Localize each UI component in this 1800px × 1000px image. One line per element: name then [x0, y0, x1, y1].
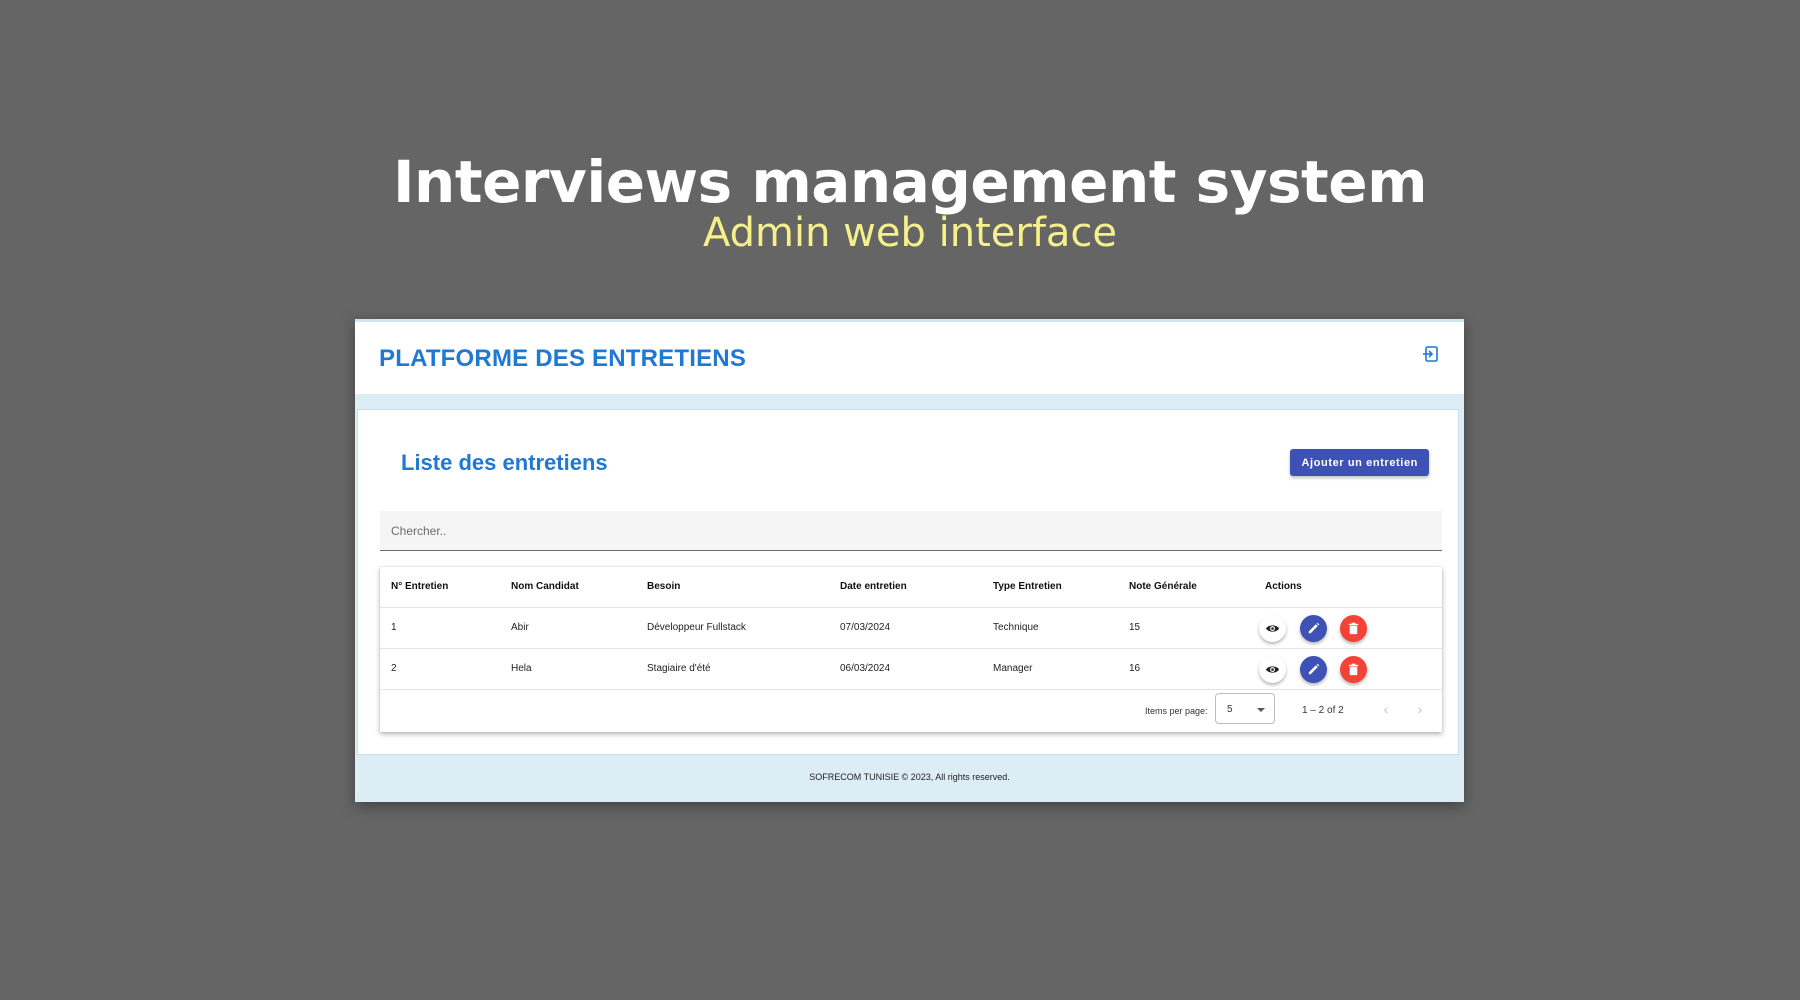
cell-date: 07/03/2024 [840, 622, 891, 633]
cell-num: 2 [391, 663, 397, 674]
page-size-value: 5 [1227, 704, 1233, 715]
column-header[interactable]: Note Générale [1129, 567, 1197, 607]
hero-title: Interviews management system [392, 148, 1428, 216]
app-header: PLATFORME DES ENTRETIENS [355, 322, 1464, 394]
edit-button[interactable] [1300, 656, 1327, 683]
cell-score: 15 [1129, 622, 1141, 633]
trash-icon [1348, 622, 1359, 635]
cell-candidate: Hela [511, 663, 532, 674]
content-card: Liste des entretiens Ajouter un entretie… [357, 409, 1459, 755]
chevron-right-icon[interactable]: › [1410, 699, 1430, 719]
page-range: 1 – 2 of 2 [1302, 705, 1344, 716]
column-header[interactable]: Date entretien [840, 567, 907, 607]
column-header[interactable]: N° Entretien [391, 567, 448, 607]
interviews-table: N° Entretien Nom Candidat Besoin Date en… [380, 567, 1442, 732]
paginator: Items per page: 5 1 – 2 of 2 ‹ › [380, 691, 1442, 731]
page-title: Liste des entretiens [401, 450, 608, 475]
pencil-icon [1308, 663, 1320, 675]
pencil-icon [1308, 622, 1320, 634]
cell-candidate: Abir [511, 622, 529, 633]
edit-button[interactable] [1300, 615, 1327, 642]
column-header[interactable]: Besoin [647, 567, 680, 607]
logout-icon[interactable] [1422, 345, 1440, 363]
add-interview-button[interactable]: Ajouter un entretien [1290, 449, 1429, 476]
page-size-select[interactable]: 5 [1215, 693, 1275, 724]
column-header[interactable]: Type Entretien [993, 567, 1062, 607]
delete-button[interactable] [1340, 615, 1367, 642]
items-per-page-label: Items per page: [1145, 706, 1208, 716]
chevron-down-icon [1257, 708, 1265, 712]
chevron-left-icon[interactable]: ‹ [1376, 699, 1396, 719]
table-header-row: N° Entretien Nom Candidat Besoin Date en… [380, 567, 1442, 608]
search-input[interactable] [380, 511, 1442, 550]
table-row: 1 Abir Développeur Fullstack 07/03/2024 … [380, 608, 1442, 649]
cell-need: Développeur Fullstack [647, 622, 746, 633]
delete-button[interactable] [1340, 656, 1367, 683]
view-button[interactable] [1259, 615, 1286, 642]
cell-score: 16 [1129, 663, 1141, 674]
column-header: Actions [1265, 581, 1302, 592]
search-field[interactable] [380, 511, 1442, 551]
app-footer: SOFRECOM TUNISIE © 2023, All rights rese… [809, 772, 1010, 782]
cell-type: Technique [993, 622, 1039, 633]
eye-icon [1265, 625, 1280, 632]
eye-icon [1265, 666, 1280, 673]
cell-date: 06/03/2024 [840, 663, 891, 674]
cell-type: Manager [993, 663, 1033, 674]
cell-need: Stagiaire d'été [647, 663, 711, 674]
hero-subtitle: Admin web interface [702, 210, 1118, 256]
column-header[interactable]: Nom Candidat [511, 567, 579, 607]
trash-icon [1348, 663, 1359, 676]
table-row: 2 Hela Stagiaire d'été 06/03/2024 Manage… [380, 649, 1442, 690]
app-brand: PLATFORME DES ENTRETIENS [379, 345, 747, 372]
cell-num: 1 [391, 622, 397, 633]
app-window: PLATFORME DES ENTRETIENS Liste des entre… [355, 319, 1464, 802]
view-button[interactable] [1259, 656, 1286, 683]
